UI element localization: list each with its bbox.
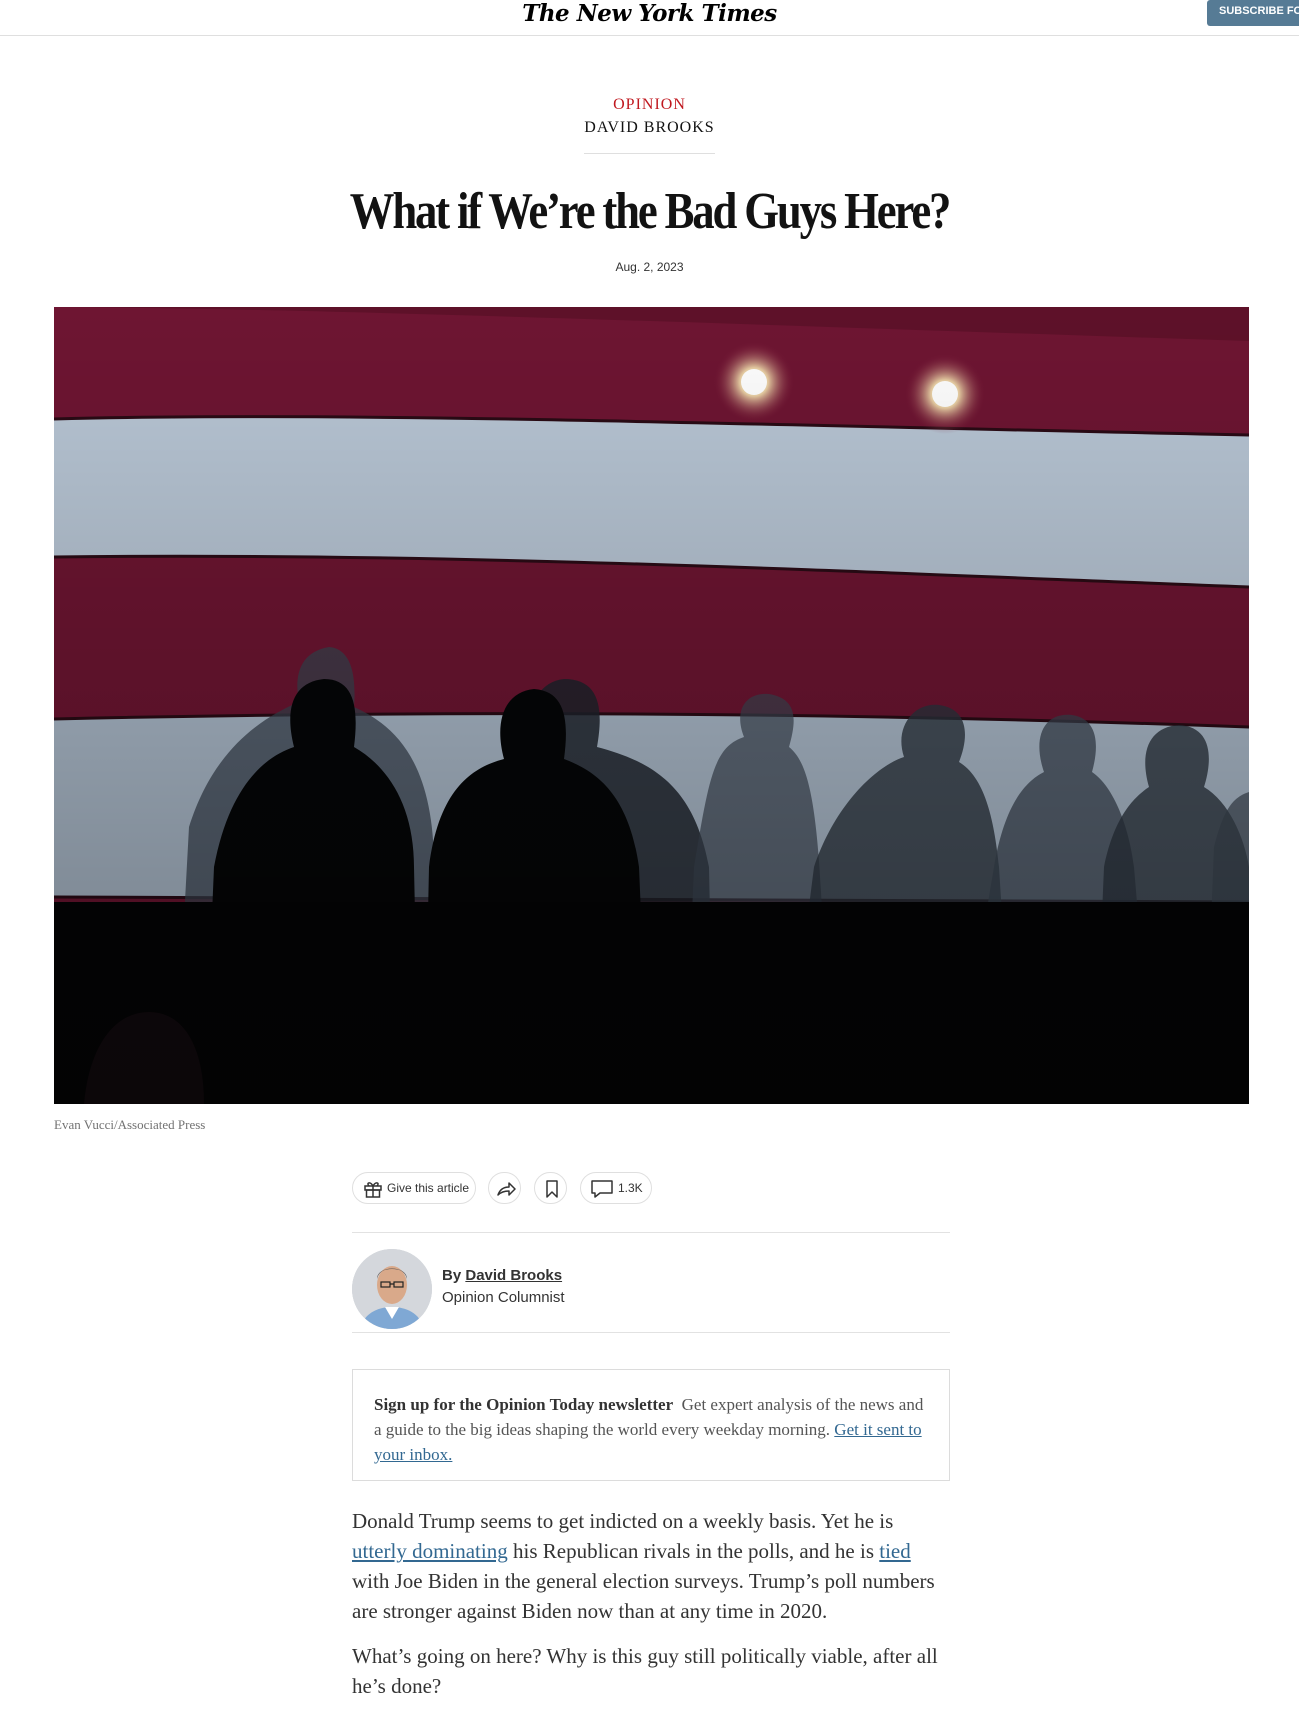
flag-silhouette-illustration [54, 307, 1249, 1104]
author-kicker[interactable]: DAVID BROOKS [0, 119, 1299, 137]
comments-button[interactable]: 1.3K [580, 1172, 652, 1204]
top-bar: The New York Times SUBSCRIBE FO [0, 0, 1299, 36]
newsletter-title: Sign up for the Opinion Today newsletter [374, 1395, 674, 1414]
paragraph-2: What’s going on here? Why is this guy st… [352, 1644, 938, 1698]
nyt-logo[interactable]: The New York Times [0, 0, 1299, 28]
bookmark-icon [546, 1180, 558, 1198]
share-button[interactable] [488, 1172, 521, 1204]
author-role: Opinion Columnist [442, 1289, 565, 1306]
comments-count: 1.3K [618, 1181, 643, 1195]
gift-article-label: Give this article [387, 1181, 470, 1195]
article-toolbar: Give this article 1.3K [352, 1172, 952, 1206]
headline: What if We’re the Bad Guys Here? [349, 183, 952, 240]
lead-photo [54, 307, 1249, 1104]
paragraph-1-text-b: his Republican rivals in the polls, and … [512, 1539, 875, 1563]
link-utterly-dominating[interactable]: utterly dominating [352, 1539, 508, 1563]
author-link[interactable]: David Brooks [465, 1267, 562, 1284]
paragraph-1-text-a: Donald Trump seems to get indicted on a … [352, 1509, 894, 1533]
byline: By David Brooks [442, 1267, 562, 1284]
newsletter-promo: Sign up for the Opinion Today newsletter… [352, 1369, 950, 1481]
gift-article-button[interactable]: Give this article [352, 1172, 476, 1204]
subscribe-button[interactable]: SUBSCRIBE FO [1207, 0, 1299, 26]
paragraph-1-text-c: with Joe Biden in the general election s… [352, 1569, 935, 1623]
share-icon [497, 1182, 516, 1196]
gift-icon [364, 1182, 382, 1198]
comment-icon [591, 1180, 613, 1198]
article-body: Donald Trump seems to get indicted on a … [352, 1506, 950, 1716]
author-avatar[interactable] [352, 1249, 432, 1329]
kicker-divider [584, 153, 715, 154]
author-photo [352, 1249, 432, 1329]
photo-credit: Evan Vucci/Associated Press [54, 1117, 206, 1132]
save-button[interactable] [534, 1172, 567, 1204]
byline-prefix: By [442, 1267, 462, 1284]
paragraph-1: Donald Trump seems to get indicted on a … [352, 1506, 950, 1626]
publish-date: Aug. 2, 2023 [615, 260, 684, 274]
byline-top-divider [352, 1232, 950, 1233]
section-kicker[interactable]: OPINION [0, 96, 1299, 114]
byline-bottom-divider [352, 1332, 950, 1333]
link-tied[interactable]: tied [879, 1539, 911, 1563]
